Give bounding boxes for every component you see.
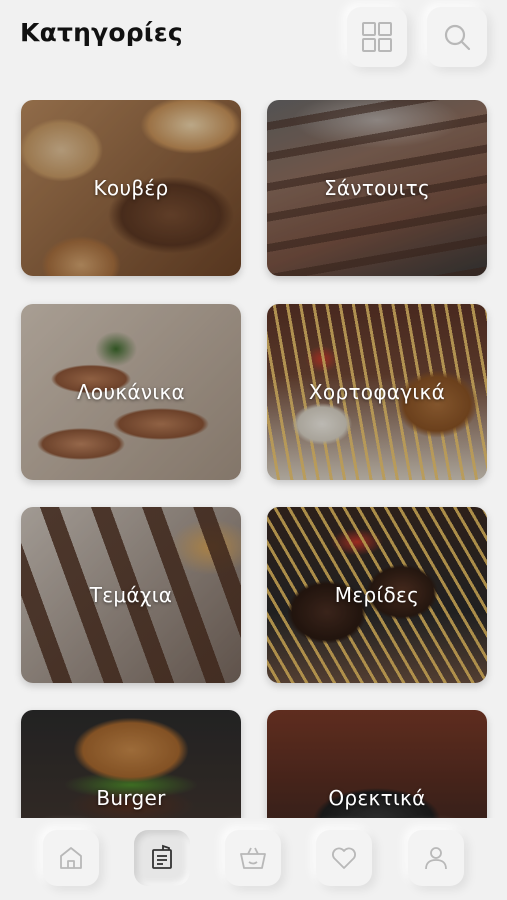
grid-view-icon bbox=[362, 22, 392, 52]
category-label: Burger bbox=[96, 786, 166, 810]
category-label: Μερίδες bbox=[334, 583, 420, 607]
menu-icon bbox=[152, 844, 172, 869]
basket-icon bbox=[240, 847, 266, 869]
grid-view-button[interactable] bbox=[347, 7, 407, 67]
category-card-sausages[interactable]: Λουκάνικα bbox=[21, 304, 241, 480]
search-button[interactable] bbox=[427, 7, 487, 67]
category-label: Κουβέρ bbox=[93, 176, 169, 200]
category-card-burger[interactable]: Burger bbox=[21, 710, 241, 820]
page-title: Κατηγορίες bbox=[20, 18, 183, 47]
user-icon bbox=[425, 847, 447, 870]
category-card-sandwiches[interactable]: Σάντουιτς bbox=[267, 100, 487, 276]
category-card-starters[interactable]: Ορεκτικά bbox=[267, 710, 487, 820]
category-label: Τεμάχια bbox=[89, 583, 173, 607]
home-icon bbox=[60, 847, 82, 869]
category-card-vegetarian[interactable]: Χορτοφαγικά bbox=[267, 304, 487, 480]
categories-grid: Κουβέρ Σάντουιτς Λουκάνικα Χορτοφαγικά Τ… bbox=[0, 100, 507, 820]
category-card-couvert[interactable]: Κουβέρ bbox=[21, 100, 241, 276]
category-label: Λουκάνικα bbox=[76, 380, 186, 404]
bottom-navigation bbox=[0, 818, 507, 900]
category-label: Ορεκτικά bbox=[328, 786, 426, 810]
category-label: Σάντουιτς bbox=[323, 176, 431, 200]
top-bar: Κατηγορίες bbox=[0, 0, 507, 80]
category-card-portions[interactable]: Μερίδες bbox=[267, 507, 487, 683]
nav-basket-button[interactable] bbox=[225, 830, 281, 886]
nav-profile-button[interactable] bbox=[408, 830, 464, 886]
heart-icon bbox=[332, 847, 356, 869]
nav-menu-button[interactable] bbox=[134, 830, 190, 886]
category-label: Χορτοφαγικά bbox=[308, 380, 446, 404]
search-icon bbox=[444, 24, 471, 51]
nav-favorites-button[interactable] bbox=[316, 830, 372, 886]
nav-home-button[interactable] bbox=[43, 830, 99, 886]
category-card-pieces[interactable]: Τεμάχια bbox=[21, 507, 241, 683]
